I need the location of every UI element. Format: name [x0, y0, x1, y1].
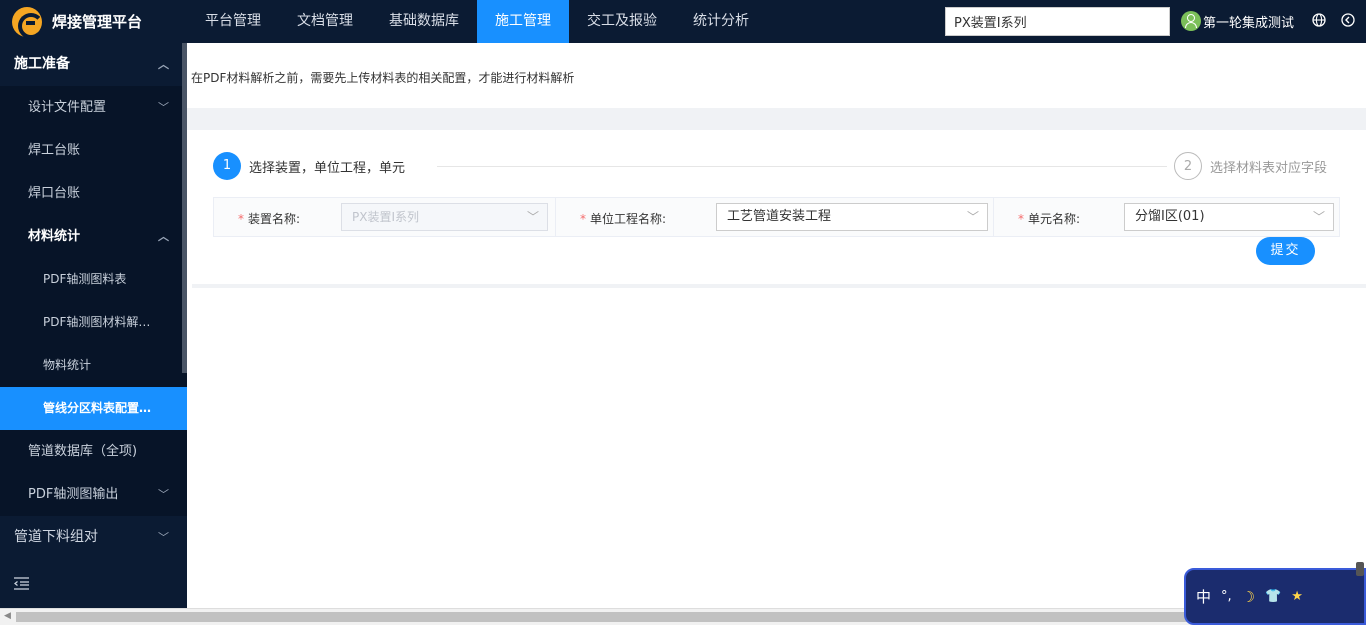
app-name: 焊接管理平台	[52, 13, 143, 31]
ime-toolbar[interactable]: 中 °, ☽ 👕 ★	[1184, 562, 1366, 625]
device-field: * 装置名称: PX装置I系列 ﹀	[214, 198, 555, 236]
ime-moon-icon[interactable]: ☽	[1242, 588, 1255, 606]
user-name: 第一轮集成测试	[1203, 15, 1295, 31]
main-content: 在PDF材料解析之前，需要先上传材料表的相关配置，才能进行材料解析 1 选择装置…	[187, 43, 1366, 608]
logout-icon[interactable]	[1340, 13, 1356, 29]
sidebar-item-design-file-config[interactable]: 设计文件配置 ﹀	[0, 86, 187, 129]
ime-star-icon[interactable]: ★	[1291, 589, 1303, 604]
step-2: 2 选择材料表对应字段	[1174, 152, 1327, 180]
step-1: 1 选择装置，单位工程，单元	[213, 152, 405, 180]
chevron-down-icon: ﹀	[158, 531, 169, 544]
sidebar-item-pdf-material-parse[interactable]: PDF轴测图材料解析...	[0, 301, 187, 344]
sidebar-item-label: 管道下料组对	[14, 529, 98, 545]
chevron-down-icon: ﹀	[1312, 210, 1325, 224]
sidebar-item-material-statistics[interactable]: 物料统计	[0, 344, 187, 387]
chevron-up-icon: ︿	[158, 230, 169, 243]
step-number: 2	[1174, 152, 1202, 180]
sidebar-item-pipeline-zone-config[interactable]: 管线分区料表配置及...	[0, 387, 187, 430]
device-select[interactable]: PX装置I系列 ﹀	[341, 203, 548, 231]
ime-handle[interactable]	[1356, 562, 1364, 576]
ime-mode-label[interactable]: 中	[1196, 586, 1211, 607]
section-divider	[187, 108, 1366, 130]
ime-skin-icon[interactable]: 👕	[1265, 589, 1281, 604]
sidebar-item-label: PDF轴测图输出	[28, 487, 119, 502]
submit-button[interactable]: 提交	[1256, 237, 1315, 265]
nav-document-management[interactable]: 文档管理	[279, 0, 371, 43]
horizontal-scrollbar[interactable]: ◀	[0, 608, 1366, 625]
sidebar-item-label: 焊工台账	[28, 143, 81, 158]
step-number: 1	[213, 152, 241, 180]
scroll-left-icon[interactable]: ◀	[4, 611, 11, 621]
main-nav: 平台管理 文档管理 基础数据库 施工管理 交工及报验 统计分析	[187, 0, 767, 43]
app-logo-icon	[12, 6, 44, 39]
sidebar-item-welder-ledger[interactable]: 焊工台账	[0, 129, 187, 172]
nav-statistics[interactable]: 统计分析	[675, 0, 767, 43]
sidebar: 施工准备 ︿ 设计文件配置 ﹀ 焊工台账 焊口台账 材料统计 ︿ PDF轴测图料…	[0, 43, 187, 608]
sidebar-item-label: 管线分区料表配置及...	[43, 401, 165, 415]
sidebar-item-weld-ledger[interactable]: 焊口台账	[0, 172, 187, 215]
unit-select[interactable]: 分馏Ⅰ区(01) ﹀	[1124, 203, 1334, 231]
top-bar: 焊接管理平台 平台管理 文档管理 基础数据库 施工管理 交工及报验 统计分析 第…	[0, 0, 1366, 43]
sidebar-item-label: 物料统计	[43, 358, 92, 372]
chevron-up-icon: ︿	[158, 58, 169, 71]
sidebar-item-label: PDF轴测图料表	[43, 272, 127, 286]
project-search[interactable]	[945, 7, 1170, 36]
step-label: 选择装置，单位工程，单元	[249, 160, 406, 176]
chevron-down-icon: ﹀	[158, 488, 169, 501]
unit-field: * 单元名称: 分馏Ⅰ区(01) ﹀	[993, 198, 1339, 236]
chevron-down-icon: ﹀	[526, 210, 539, 224]
sidebar-item-pdf-iso-material-table[interactable]: PDF轴测图料表	[0, 258, 187, 301]
sidebar-item-label: PDF轴测图材料解析...	[43, 315, 162, 329]
chevron-down-icon: ﹀	[966, 210, 979, 224]
sidebar-item-label: 设计文件配置	[28, 100, 107, 115]
unit-project-select[interactable]: 工艺管道安装工程 ﹀	[716, 203, 988, 231]
config-card: 1 选择装置，单位工程，单元 2 选择材料表对应字段 * 装置名称: PX装置I系…	[192, 130, 1366, 288]
device-label: * 装置名称:	[238, 212, 301, 226]
sidebar-item-pdf-iso-output[interactable]: PDF轴测图输出 ﹀	[0, 473, 187, 516]
notice-text: 在PDF材料解析之前，需要先上传材料表的相关配置，才能进行材料解析	[191, 71, 575, 85]
nav-base-database[interactable]: 基础数据库	[371, 0, 477, 43]
sidebar-item-pipe-cutting[interactable]: 管道下料组对 ﹀	[0, 516, 187, 559]
sidebar-item-material-stats[interactable]: 材料统计 ︿	[0, 215, 187, 258]
unit-label: * 单元名称:	[1018, 212, 1081, 226]
sidebar-item-label: 管道数据库（全项)	[28, 444, 138, 459]
step-connector	[437, 166, 1167, 167]
user-avatar-icon	[1181, 11, 1201, 31]
sidebar-item-label: 材料统计	[28, 229, 81, 244]
sidebar-item-pipe-database[interactable]: 管道数据库（全项)	[0, 430, 187, 473]
globe-icon[interactable]	[1311, 13, 1327, 29]
sidebar-item-construction-prep[interactable]: 施工准备 ︿	[0, 43, 187, 86]
sidebar-item-label: 焊口台账	[28, 186, 81, 201]
ime-punctuation-icon[interactable]: °,	[1221, 589, 1232, 604]
nav-construction-management[interactable]: 施工管理	[477, 0, 569, 43]
project-search-input[interactable]	[946, 8, 1169, 35]
selection-form: * 装置名称: PX装置I系列 ﹀ * 单位工程名称: 工艺管道安装工程 ﹀ * 单元…	[213, 197, 1340, 237]
nav-platform-management[interactable]: 平台管理	[187, 0, 279, 43]
chevron-down-icon: ﹀	[158, 101, 169, 114]
brand[interactable]: 焊接管理平台	[0, 0, 187, 43]
sidebar-item-label: 施工准备	[14, 56, 70, 72]
unit-project-field: * 单位工程名称: 工艺管道安装工程 ﹀	[555, 198, 993, 236]
collapse-menu-icon[interactable]	[13, 576, 29, 594]
step-label: 选择材料表对应字段	[1210, 160, 1328, 176]
unit-project-label: * 单位工程名称:	[580, 212, 667, 226]
nav-handover-inspection[interactable]: 交工及报验	[569, 0, 675, 43]
user-menu[interactable]: 第一轮集成测试	[1181, 11, 1294, 31]
scrollbar-thumb[interactable]	[16, 612, 1354, 622]
